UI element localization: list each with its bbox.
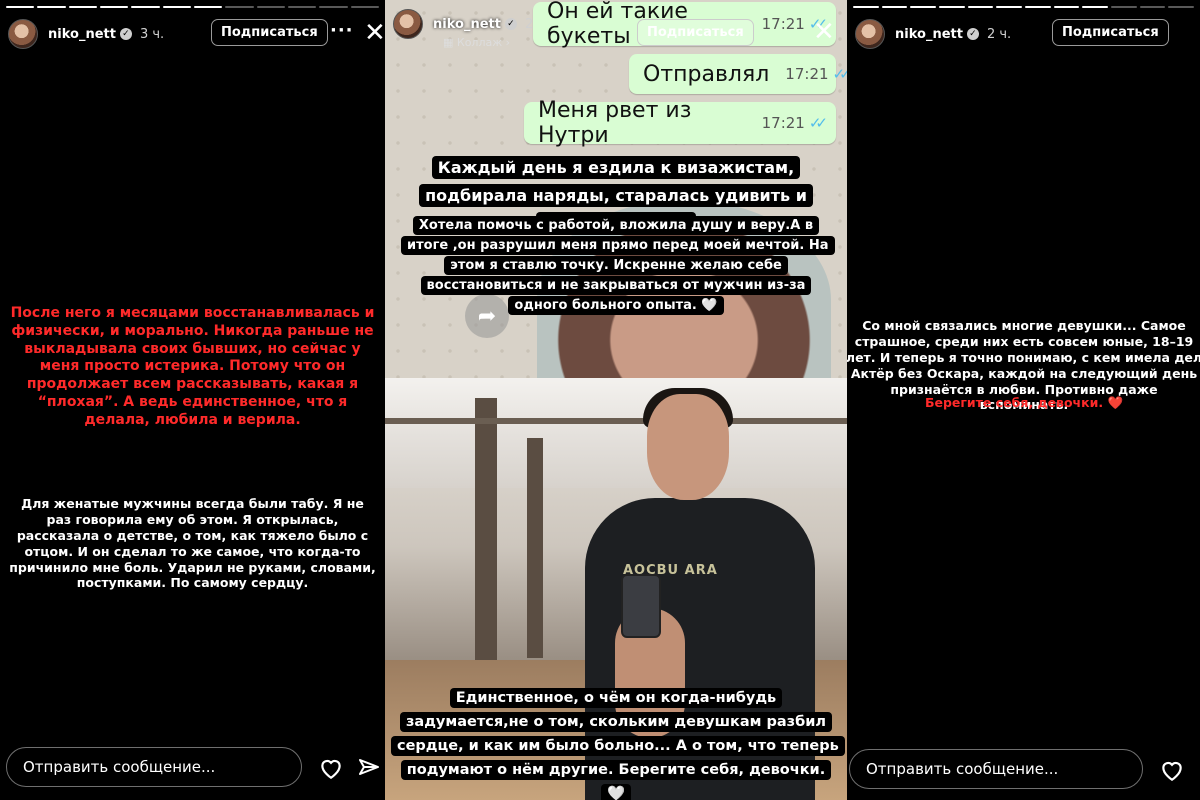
- subscribe-button[interactable]: Подписаться: [211, 19, 328, 46]
- verified-badge-icon: ✓: [966, 28, 979, 40]
- username[interactable]: niko_nett: [895, 27, 963, 42]
- message-input[interactable]: Отправить сообщение...: [849, 749, 1143, 789]
- story-panel-middle[interactable]: Он ей такие букеты 17:21 ✓✓ Отправлял 17:21…: [385, 0, 847, 800]
- story-time: 2: [524, 16, 534, 32]
- heart-icon[interactable]: [1159, 757, 1185, 783]
- caption-2: Хотела помочь с работой, вложила душу и …: [401, 216, 835, 316]
- story-progress-bar: [853, 6, 1195, 8]
- subscribe-button[interactable]: Подписаться: [637, 19, 754, 46]
- story-text-red: После него я месяцами восстанавливалась …: [10, 305, 375, 428]
- story-time: 3 ч.: [139, 26, 165, 42]
- story-progress-bar: [6, 6, 379, 8]
- subscribe-button[interactable]: Подписаться: [1052, 19, 1169, 46]
- verified-badge-icon: ✓: [119, 28, 132, 40]
- phone: [621, 574, 661, 638]
- more-options-icon[interactable]: ···: [330, 20, 354, 41]
- story-text-white: Для женатые мужчины всегда были табу. Я …: [9, 496, 376, 591]
- close-icon[interactable]: ✕: [813, 19, 835, 45]
- avatar[interactable]: [393, 9, 423, 39]
- close-icon[interactable]: ✕: [364, 20, 385, 46]
- story-text-red: Берегите себя, девочки. ❤️: [924, 395, 1124, 410]
- chat-bubble: Отправлял 17:21 ✓✓: [629, 54, 847, 94]
- story-panel-right[interactable]: niko_nett ✓ 2 ч. Подписаться Со мной свя…: [847, 0, 1200, 800]
- avatar[interactable]: [8, 19, 38, 49]
- send-icon[interactable]: [357, 756, 381, 780]
- story-time: 2 ч.: [986, 26, 1012, 42]
- message-input[interactable]: Отправить сообщение...: [6, 747, 302, 787]
- heart-icon[interactable]: [318, 755, 344, 781]
- avatar[interactable]: [855, 19, 885, 49]
- shirt-print: AOCBU ARA: [623, 563, 718, 578]
- username[interactable]: niko_nett: [48, 27, 116, 42]
- story-panel-left[interactable]: niko_nett ✓ 3 ч. Подписаться ··· ✕ После…: [0, 0, 385, 800]
- caption-3: Единственное, о чём он когда-нибудь заду…: [391, 686, 845, 800]
- chat-bubble: Меня рвет из Нутри 17:21 ✓✓: [524, 98, 836, 148]
- collage-label[interactable]: ▦ Коллаж ›: [443, 36, 510, 49]
- verified-badge-icon: ✓: [504, 18, 517, 30]
- username[interactable]: niko_nett: [433, 17, 501, 32]
